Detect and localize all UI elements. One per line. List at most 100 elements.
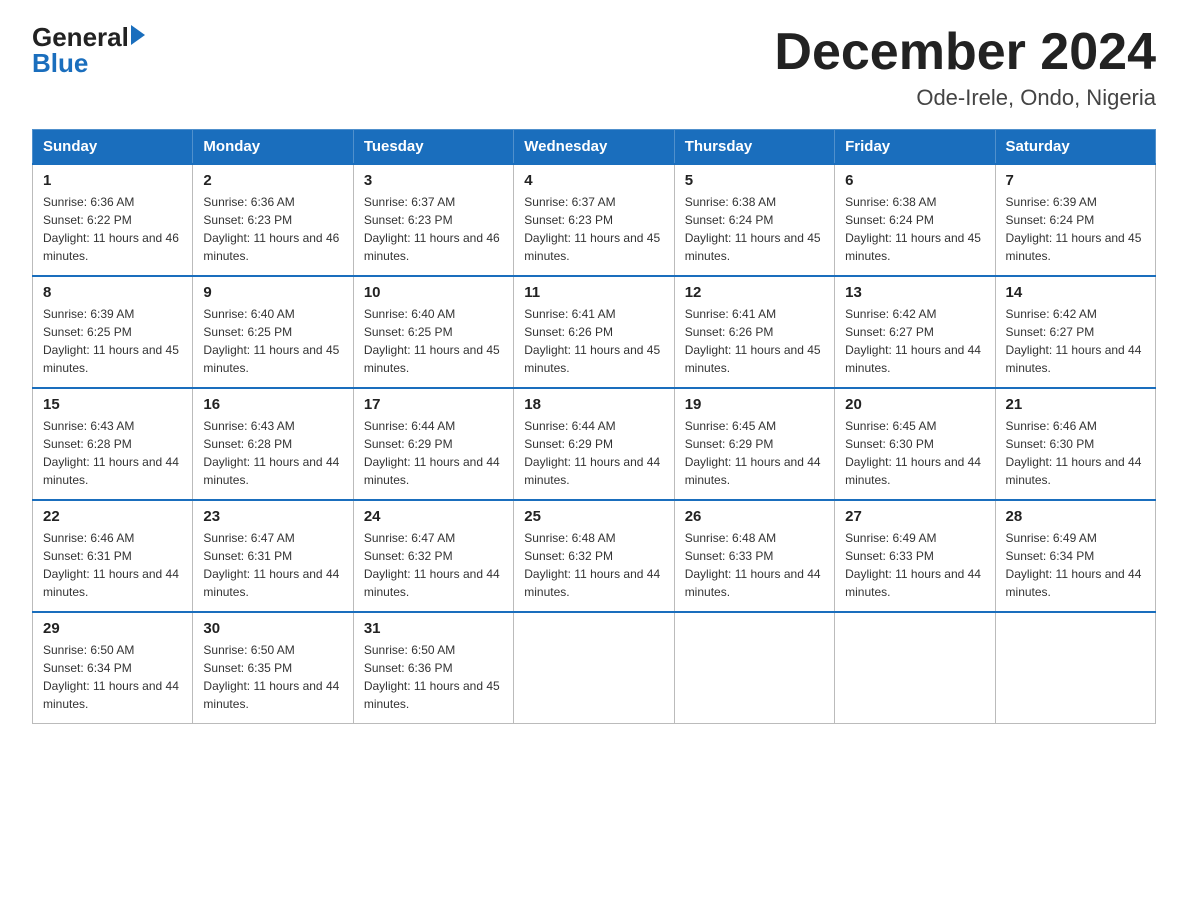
sunrise-label: Sunrise: 6:49 AM (1006, 531, 1097, 545)
daylight-label: Daylight: 11 hours and 44 minutes. (1006, 567, 1142, 599)
sunset-label: Sunset: 6:30 PM (1006, 437, 1095, 451)
day-info: Sunrise: 6:42 AM Sunset: 6:27 PM Dayligh… (845, 305, 984, 377)
sunrise-label: Sunrise: 6:49 AM (845, 531, 936, 545)
sunrise-label: Sunrise: 6:39 AM (1006, 195, 1097, 209)
sunrise-label: Sunrise: 6:50 AM (203, 643, 294, 657)
daylight-label: Daylight: 11 hours and 45 minutes. (524, 231, 660, 263)
sunrise-label: Sunrise: 6:38 AM (845, 195, 936, 209)
daylight-label: Daylight: 11 hours and 45 minutes. (203, 343, 339, 375)
day-number: 9 (203, 284, 342, 301)
day-info: Sunrise: 6:45 AM Sunset: 6:29 PM Dayligh… (685, 417, 824, 489)
table-row (995, 612, 1155, 724)
day-number: 23 (203, 508, 342, 525)
day-number: 3 (364, 172, 503, 189)
day-info: Sunrise: 6:44 AM Sunset: 6:29 PM Dayligh… (364, 417, 503, 489)
day-number: 6 (845, 172, 984, 189)
daylight-label: Daylight: 11 hours and 44 minutes. (685, 567, 821, 599)
table-row (835, 612, 995, 724)
sunset-label: Sunset: 6:34 PM (43, 661, 132, 675)
table-row: 25 Sunrise: 6:48 AM Sunset: 6:32 PM Dayl… (514, 500, 674, 612)
logo-arrow-icon (131, 25, 145, 45)
day-number: 25 (524, 508, 663, 525)
day-info: Sunrise: 6:44 AM Sunset: 6:29 PM Dayligh… (524, 417, 663, 489)
day-info: Sunrise: 6:43 AM Sunset: 6:28 PM Dayligh… (43, 417, 182, 489)
sunset-label: Sunset: 6:32 PM (524, 549, 613, 563)
daylight-label: Daylight: 11 hours and 44 minutes. (685, 455, 821, 487)
table-row: 24 Sunrise: 6:47 AM Sunset: 6:32 PM Dayl… (353, 500, 513, 612)
sunset-label: Sunset: 6:29 PM (524, 437, 613, 451)
daylight-label: Daylight: 11 hours and 44 minutes. (845, 455, 981, 487)
sunrise-label: Sunrise: 6:40 AM (203, 307, 294, 321)
table-row: 15 Sunrise: 6:43 AM Sunset: 6:28 PM Dayl… (33, 388, 193, 500)
sunrise-label: Sunrise: 6:43 AM (203, 419, 294, 433)
table-row: 12 Sunrise: 6:41 AM Sunset: 6:26 PM Dayl… (674, 276, 834, 388)
table-row: 17 Sunrise: 6:44 AM Sunset: 6:29 PM Dayl… (353, 388, 513, 500)
daylight-label: Daylight: 11 hours and 44 minutes. (1006, 343, 1142, 375)
daylight-label: Daylight: 11 hours and 46 minutes. (364, 231, 500, 263)
day-info: Sunrise: 6:48 AM Sunset: 6:33 PM Dayligh… (685, 529, 824, 601)
day-info: Sunrise: 6:46 AM Sunset: 6:30 PM Dayligh… (1006, 417, 1145, 489)
col-thursday: Thursday (674, 130, 834, 165)
table-row: 8 Sunrise: 6:39 AM Sunset: 6:25 PM Dayli… (33, 276, 193, 388)
daylight-label: Daylight: 11 hours and 44 minutes. (203, 455, 339, 487)
day-number: 8 (43, 284, 182, 301)
table-row: 14 Sunrise: 6:42 AM Sunset: 6:27 PM Dayl… (995, 276, 1155, 388)
day-info: Sunrise: 6:38 AM Sunset: 6:24 PM Dayligh… (685, 193, 824, 265)
day-info: Sunrise: 6:36 AM Sunset: 6:22 PM Dayligh… (43, 193, 182, 265)
day-info: Sunrise: 6:46 AM Sunset: 6:31 PM Dayligh… (43, 529, 182, 601)
daylight-label: Daylight: 11 hours and 45 minutes. (43, 343, 179, 375)
sunrise-label: Sunrise: 6:43 AM (43, 419, 134, 433)
day-number: 28 (1006, 508, 1145, 525)
table-row: 10 Sunrise: 6:40 AM Sunset: 6:25 PM Dayl… (353, 276, 513, 388)
table-row: 13 Sunrise: 6:42 AM Sunset: 6:27 PM Dayl… (835, 276, 995, 388)
day-info: Sunrise: 6:48 AM Sunset: 6:32 PM Dayligh… (524, 529, 663, 601)
col-saturday: Saturday (995, 130, 1155, 165)
day-number: 29 (43, 620, 182, 637)
daylight-label: Daylight: 11 hours and 44 minutes. (524, 567, 660, 599)
daylight-label: Daylight: 11 hours and 45 minutes. (685, 231, 821, 263)
title-area: December 2024 Ode-Irele, Ondo, Nigeria (774, 24, 1156, 111)
table-row: 30 Sunrise: 6:50 AM Sunset: 6:35 PM Dayl… (193, 612, 353, 724)
sunset-label: Sunset: 6:31 PM (43, 549, 132, 563)
table-row: 5 Sunrise: 6:38 AM Sunset: 6:24 PM Dayli… (674, 164, 834, 276)
day-info: Sunrise: 6:45 AM Sunset: 6:30 PM Dayligh… (845, 417, 984, 489)
sunset-label: Sunset: 6:23 PM (524, 213, 613, 227)
day-number: 2 (203, 172, 342, 189)
sunrise-label: Sunrise: 6:40 AM (364, 307, 455, 321)
day-number: 22 (43, 508, 182, 525)
table-row: 9 Sunrise: 6:40 AM Sunset: 6:25 PM Dayli… (193, 276, 353, 388)
daylight-label: Daylight: 11 hours and 44 minutes. (203, 567, 339, 599)
daylight-label: Daylight: 11 hours and 46 minutes. (203, 231, 339, 263)
sunset-label: Sunset: 6:33 PM (845, 549, 934, 563)
logo: General (32, 24, 145, 50)
day-info: Sunrise: 6:37 AM Sunset: 6:23 PM Dayligh… (364, 193, 503, 265)
daylight-label: Daylight: 11 hours and 44 minutes. (1006, 455, 1142, 487)
table-row: 29 Sunrise: 6:50 AM Sunset: 6:34 PM Dayl… (33, 612, 193, 724)
day-info: Sunrise: 6:39 AM Sunset: 6:25 PM Dayligh… (43, 305, 182, 377)
sunset-label: Sunset: 6:26 PM (524, 325, 613, 339)
sunrise-label: Sunrise: 6:42 AM (1006, 307, 1097, 321)
sunset-label: Sunset: 6:25 PM (203, 325, 292, 339)
sunset-label: Sunset: 6:23 PM (364, 213, 453, 227)
day-number: 20 (845, 396, 984, 413)
sunset-label: Sunset: 6:24 PM (1006, 213, 1095, 227)
day-number: 1 (43, 172, 182, 189)
day-number: 26 (685, 508, 824, 525)
sunrise-label: Sunrise: 6:48 AM (685, 531, 776, 545)
table-row: 23 Sunrise: 6:47 AM Sunset: 6:31 PM Dayl… (193, 500, 353, 612)
table-row (674, 612, 834, 724)
sunrise-label: Sunrise: 6:46 AM (1006, 419, 1097, 433)
daylight-label: Daylight: 11 hours and 44 minutes. (845, 343, 981, 375)
calendar-week-3: 15 Sunrise: 6:43 AM Sunset: 6:28 PM Dayl… (33, 388, 1156, 500)
day-number: 21 (1006, 396, 1145, 413)
calendar-week-5: 29 Sunrise: 6:50 AM Sunset: 6:34 PM Dayl… (33, 612, 1156, 724)
day-info: Sunrise: 6:47 AM Sunset: 6:32 PM Dayligh… (364, 529, 503, 601)
sunrise-label: Sunrise: 6:46 AM (43, 531, 134, 545)
sunrise-label: Sunrise: 6:50 AM (364, 643, 455, 657)
day-info: Sunrise: 6:49 AM Sunset: 6:33 PM Dayligh… (845, 529, 984, 601)
page-header: General Blue December 2024 Ode-Irele, On… (32, 24, 1156, 111)
table-row: 4 Sunrise: 6:37 AM Sunset: 6:23 PM Dayli… (514, 164, 674, 276)
day-info: Sunrise: 6:47 AM Sunset: 6:31 PM Dayligh… (203, 529, 342, 601)
calendar-week-1: 1 Sunrise: 6:36 AM Sunset: 6:22 PM Dayli… (33, 164, 1156, 276)
daylight-label: Daylight: 11 hours and 44 minutes. (43, 455, 179, 487)
